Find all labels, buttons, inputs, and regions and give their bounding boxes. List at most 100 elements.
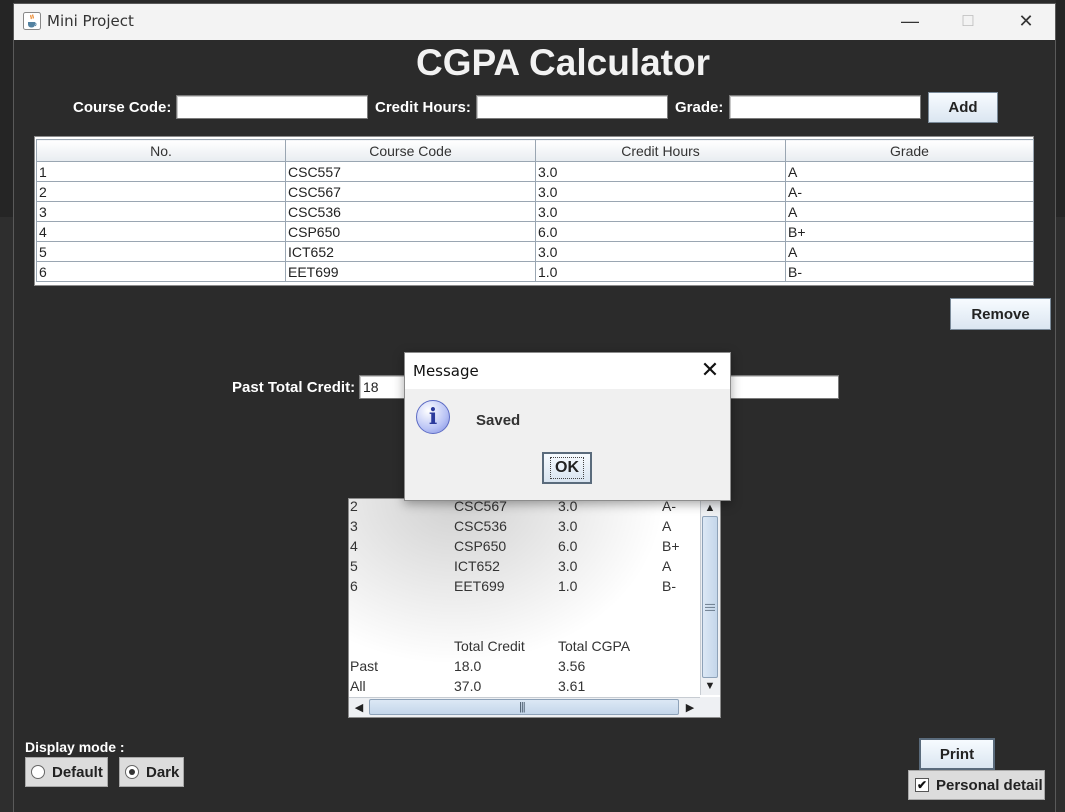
course-code-input[interactable] <box>176 95 368 119</box>
ok-button[interactable]: OK <box>542 452 592 484</box>
personal-detail-label: Personal detail <box>936 776 1043 794</box>
table-cell[interactable]: 3.0 <box>535 201 786 222</box>
scroll-right-icon[interactable]: ▶ <box>680 698 700 716</box>
desktop-backdrop-right-lower <box>1056 217 1065 812</box>
window-title: Mini Project <box>47 12 134 30</box>
table-row[interactable]: 3 CSC536 3.0 A <box>36 201 1034 222</box>
add-button[interactable]: Add <box>928 92 998 123</box>
summary-cell: A <box>662 518 672 534</box>
info-icon: i <box>416 400 450 434</box>
table-cell[interactable]: B- <box>785 261 1034 282</box>
summary-cell: 6 <box>350 578 358 594</box>
summary-cell: A <box>662 558 672 574</box>
table-row[interactable]: 4 CSP650 6.0 B+ <box>36 221 1034 242</box>
table-cell[interactable]: 2 <box>36 181 286 202</box>
summary-cell: 4 <box>350 538 358 554</box>
checkmark-icon: ✔ <box>915 778 929 792</box>
summary-cell: Total CGPA <box>558 638 631 654</box>
table-cell[interactable]: EET699 <box>285 261 536 282</box>
summary-cell: 6.0 <box>558 538 578 554</box>
table-row[interactable]: 1 CSC557 3.0 A <box>36 161 1034 182</box>
summary-cell: 5 <box>350 558 358 574</box>
minimize-icon: — <box>901 10 919 31</box>
grade-label: Grade: <box>675 99 724 116</box>
summary-cell: 37.0 <box>454 678 482 694</box>
table-cell[interactable]: A <box>785 201 1034 222</box>
summary-cell: 2 <box>350 498 358 514</box>
scroll-up-icon[interactable]: ▲ <box>700 499 720 517</box>
column-header-no[interactable]: No. <box>36 139 286 162</box>
table-cell[interactable]: A- <box>785 181 1034 202</box>
java-coffee-icon <box>23 12 41 30</box>
table-cell[interactable]: 6 <box>36 261 286 282</box>
column-header-grade[interactable]: Grade <box>785 139 1034 162</box>
summary-cell: 18.0 <box>454 658 482 674</box>
close-button[interactable]: ✕ <box>997 4 1055 38</box>
course-table: No. Course Code Credit Hours Grade 1 CSC5… <box>36 139 1034 282</box>
summary-cell: 3.0 <box>558 518 578 534</box>
summary-cell: EET699 <box>454 578 505 594</box>
table-cell[interactable]: A <box>785 241 1034 262</box>
table-cell[interactable]: 3 <box>36 201 286 222</box>
past-total-credit-label: Past Total Credit: <box>232 379 356 396</box>
table-cell[interactable]: 1.0 <box>535 261 786 282</box>
table-cell[interactable]: CSC536 <box>285 201 536 222</box>
grip-icon: ― ― ― <box>705 599 715 616</box>
table-cell[interactable]: CSC557 <box>285 161 536 182</box>
table-cell[interactable]: ICT652 <box>285 241 536 262</box>
default-radio[interactable]: Default <box>25 757 108 787</box>
table-cell[interactable]: B+ <box>785 221 1034 242</box>
close-icon: ✕ <box>1018 10 1034 31</box>
vertical-scroll-thumb[interactable] <box>702 516 718 678</box>
summary-cell: CSP650 <box>454 538 507 554</box>
column-header-credit-hours[interactable]: Credit Hours <box>535 139 786 162</box>
dialog-title: Message <box>413 362 479 380</box>
scroll-down-icon[interactable]: ▼ <box>700 677 720 695</box>
summary-cell: B+ <box>662 538 680 554</box>
summary-cell: CSC536 <box>454 518 507 534</box>
summary-cell: ICT652 <box>454 558 500 574</box>
credit-hours-input[interactable] <box>476 95 668 119</box>
table-cell[interactable]: 4 <box>36 221 286 242</box>
table-row[interactable]: 2 CSC567 3.0 A- <box>36 181 1034 202</box>
table-cell[interactable]: 3.0 <box>535 161 786 182</box>
summary-cell: Total Credit <box>454 638 525 654</box>
summary-cell: 3.61 <box>558 678 586 694</box>
scroll-corner <box>700 697 720 717</box>
dialog-close-button[interactable]: ✕ <box>697 356 723 384</box>
dark-radio[interactable]: Dark <box>119 757 184 787</box>
remove-button[interactable]: Remove <box>950 298 1051 330</box>
print-button[interactable]: Print <box>919 738 995 770</box>
table-row[interactable]: 6 EET699 1.0 B- <box>36 261 1034 282</box>
ok-label: OK <box>550 457 584 479</box>
maximize-button[interactable]: ☐ <box>939 4 997 38</box>
credit-hours-label: Credit Hours: <box>375 99 471 116</box>
table-cell[interactable]: 5 <box>36 241 286 262</box>
page-title: CGPA Calculator <box>416 42 710 83</box>
course-code-label: Course Code: <box>73 99 172 116</box>
column-header-course-code[interactable]: Course Code <box>285 139 536 162</box>
display-mode-label: Display mode : <box>25 739 125 755</box>
summary-cell: B- <box>662 578 676 594</box>
summary-cell: Past <box>350 658 379 674</box>
maximize-icon: ☐ <box>961 13 975 30</box>
summary-cell: All <box>350 678 366 694</box>
summary-cell: 1.0 <box>558 578 578 594</box>
minimize-button[interactable]: — <box>881 4 939 38</box>
summary-cell: 3.0 <box>558 558 578 574</box>
table-cell[interactable]: CSC567 <box>285 181 536 202</box>
radio-selected-icon <box>125 765 139 779</box>
table-cell[interactable]: 6.0 <box>535 221 786 242</box>
table-cell[interactable]: CSP650 <box>285 221 536 242</box>
personal-detail-checkbox[interactable]: ✔ Personal detail <box>908 770 1045 800</box>
table-cell[interactable]: 1 <box>36 161 286 182</box>
table-row[interactable]: 5 ICT652 3.0 A <box>36 241 1034 262</box>
scroll-left-icon[interactable]: ◀ <box>349 698 369 716</box>
summary-cell: 3.56 <box>558 658 586 674</box>
close-icon: ✕ <box>700 357 720 382</box>
table-cell[interactable]: A <box>785 161 1034 182</box>
summary-cell: 3 <box>350 518 358 534</box>
table-cell[interactable]: 3.0 <box>535 181 786 202</box>
table-cell[interactable]: 3.0 <box>535 241 786 262</box>
grade-input[interactable] <box>729 95 921 119</box>
